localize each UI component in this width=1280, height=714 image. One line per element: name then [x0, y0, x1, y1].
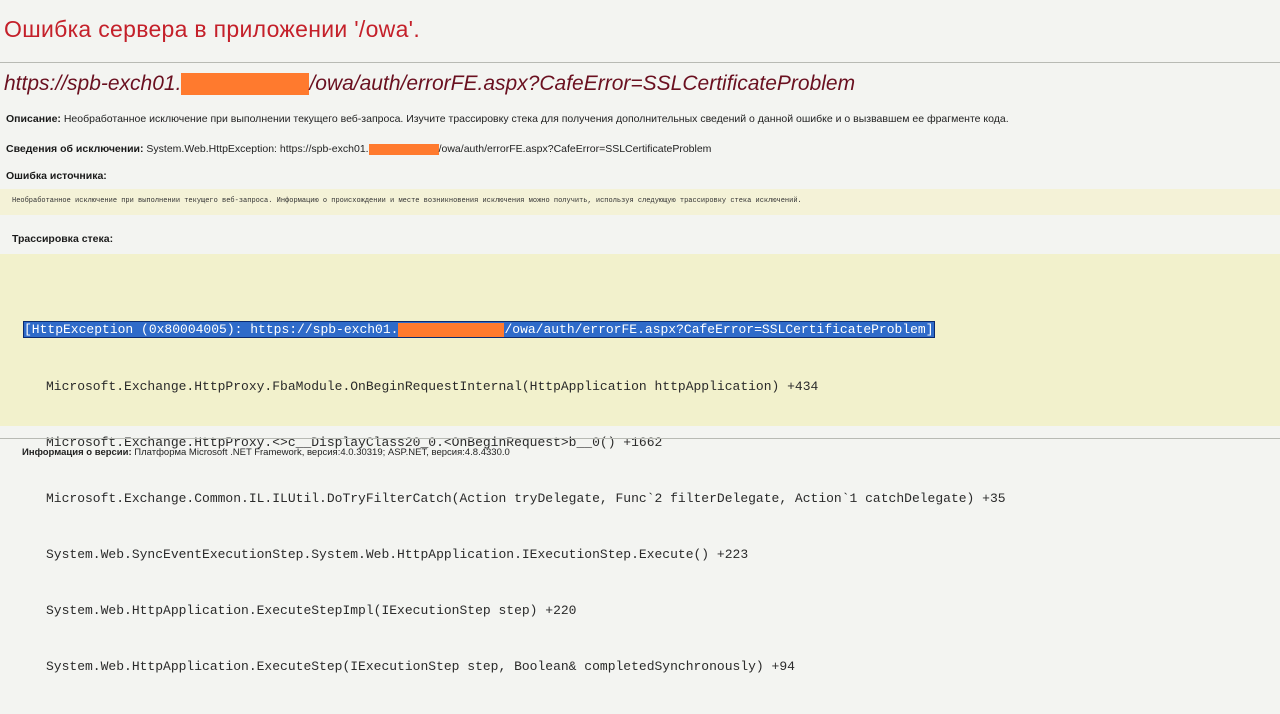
stack-trace-line: Microsoft.Exchange.Common.IL.ILUtil.DoTr… [46, 490, 1006, 506]
stack-trace-box[interactable]: [HttpException (0x80004005): https://spb… [0, 254, 1280, 674]
version-info-line: Информация о версии: Платформа Microsoft… [22, 447, 510, 458]
divider [0, 438, 1280, 439]
redaction-mark [398, 322, 505, 337]
source-error-box: Необработанное исключение при выполнении… [0, 189, 1280, 215]
description-label: Описание: [6, 113, 61, 125]
stack-trace-line: System.Web.HttpApplication.ExecuteStepIm… [46, 602, 577, 618]
url-prefix: https://spb-exch01. [4, 72, 182, 95]
url-suffix: /owa/auth/errorFE.aspx?CafeError=SSLCert… [309, 72, 856, 95]
source-error-text: Необработанное исключение при выполнении… [12, 197, 802, 205]
version-text: Платформа Microsoft .NET Framework, верс… [134, 447, 510, 458]
first-line-suffix: /owa/auth/errorFE.aspx?CafeError=SSLCert… [504, 322, 934, 338]
stack-trace-line: Microsoft.Exchange.HttpProxy.FbaModule.O… [46, 378, 819, 394]
exception-details-suffix: /owa/auth/errorFE.aspx?CafeError=SSLCert… [438, 143, 712, 155]
stack-trace-line: System.Web.HttpApplication.ExecuteStep(I… [46, 658, 795, 674]
error-page: Ошибка сервера в приложении '/owa'. http… [0, 0, 1280, 674]
exception-details-prefix: System.Web.HttpException: https://spb-ex… [146, 143, 369, 155]
source-error-line: Ошибка источника: [6, 170, 107, 182]
redaction-mark [368, 143, 439, 155]
description-line: Описание: Необработанное исключение при … [6, 113, 1009, 125]
stack-trace-label: Трассировка стека: [12, 233, 114, 245]
exception-details-line: Сведения об исключении: System.Web.HttpE… [6, 143, 711, 155]
stack-trace-lines[interactable]: [HttpException (0x80004005): https://spb… [23, 284, 1006, 714]
exception-details-label: Сведения об исключении: [6, 143, 144, 155]
page-title: Ошибка сервера в приложении '/owa'. [4, 16, 421, 42]
stack-trace-line-selected[interactable]: [HttpException (0x80004005): https://spb… [23, 321, 1006, 340]
selected-text[interactable]: [HttpException (0x80004005): https://spb… [23, 321, 935, 339]
stack-trace-line: System.Web.SyncEventExecutionStep.System… [46, 546, 749, 562]
description-text: Необработанное исключение при выполнении… [63, 113, 1009, 125]
divider [0, 62, 1280, 63]
error-url-heading: https://spb-exch01. /owa/auth/errorFE.asp… [4, 72, 855, 96]
version-label: Информация о версии: [22, 447, 132, 458]
first-line-prefix: [HttpException (0x80004005): https://spb… [24, 322, 399, 338]
source-error-label: Ошибка источника: [6, 170, 107, 182]
redaction-mark [181, 73, 310, 96]
